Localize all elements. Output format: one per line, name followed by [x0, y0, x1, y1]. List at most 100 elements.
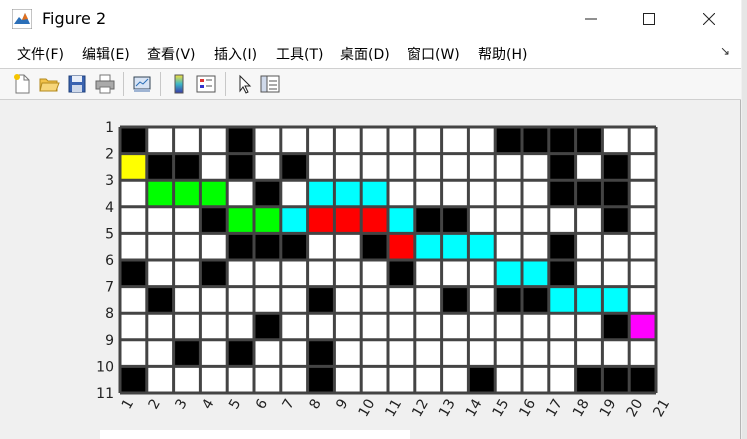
print-icon[interactable]	[94, 73, 116, 95]
x-tick-label: 11	[382, 396, 405, 419]
y-tick-label: 1	[105, 120, 114, 136]
heatmap-cell	[414, 206, 442, 234]
heatmap-cell	[307, 180, 335, 207]
heatmap-cell	[602, 313, 630, 340]
heatmap-cell	[495, 366, 522, 393]
maximize-button[interactable]	[626, 0, 672, 38]
pointer-icon[interactable]	[233, 73, 255, 95]
close-button[interactable]	[686, 0, 732, 38]
y-tick-label: 4	[105, 200, 114, 216]
menu-file[interactable]: 文件(F)	[17, 44, 64, 64]
heatmap-cell	[120, 366, 147, 393]
heatmap-cell	[602, 206, 630, 234]
heatmap-cell	[146, 206, 174, 234]
menu-help[interactable]: 帮助(H)	[478, 44, 527, 64]
heatmap-cell	[173, 313, 201, 340]
figure-window: Figure 2 文件(F) 编辑(E) 查看(V) 插入(I) 工具(T) 桌…	[0, 0, 741, 439]
heatmap-cell	[414, 286, 442, 314]
toolbar-separator	[160, 72, 161, 96]
heatmap-cell	[173, 127, 201, 154]
heatmap-cell	[602, 233, 630, 260]
heatmap-cell	[146, 286, 174, 314]
maximize-icon	[643, 13, 655, 25]
toolbar-separator	[225, 72, 226, 96]
heatmap-cell	[254, 339, 281, 367]
menu-window[interactable]: 窗口(W)	[407, 44, 460, 64]
menu-view[interactable]: 查看(V)	[147, 44, 196, 64]
menu-desktop[interactable]: 桌面(D)	[340, 44, 390, 64]
heatmap-cell	[441, 127, 469, 154]
toolbar-separator	[123, 72, 124, 96]
heatmap-cell	[629, 127, 656, 154]
property-editor-icon[interactable]	[259, 73, 281, 95]
y-tick-label: 3	[105, 173, 114, 189]
y-tick-label: 5	[105, 226, 114, 242]
y-tick-label: 8	[105, 306, 114, 322]
heatmap-cell	[120, 153, 147, 181]
heatmap-cell	[200, 313, 228, 340]
heatmap-cell	[280, 260, 308, 287]
menu-insert[interactable]: 插入(I)	[214, 44, 257, 64]
heatmap-cell	[146, 313, 174, 340]
heatmap-cell	[173, 233, 201, 260]
heatmap-cell	[575, 339, 603, 367]
colorbar-icon[interactable]	[168, 73, 190, 95]
new-file-icon[interactable]	[11, 73, 33, 95]
save-icon[interactable]	[66, 73, 88, 95]
y-tick-label: 6	[105, 253, 114, 269]
menu-edit[interactable]: 编辑(E)	[82, 44, 130, 64]
heatmap-cell	[629, 206, 656, 234]
heatmap-cell	[629, 260, 656, 287]
title-bar[interactable]: Figure 2	[0, 0, 741, 38]
heatmap-cell	[629, 366, 656, 393]
heatmap-axes[interactable]: 12345678910111 2 3 4 5 6 7 8 9 10 11 12 13 14 15 16 17 18…	[0, 100, 741, 439]
heatmap-cell	[254, 313, 281, 340]
open-folder-icon[interactable]	[38, 73, 60, 95]
heatmap-cell	[388, 260, 415, 287]
heatmap-cell	[575, 260, 603, 287]
heatmap-cell	[441, 260, 469, 287]
heatmap-cell	[548, 206, 576, 234]
heatmap-cell	[575, 286, 603, 314]
heatmap-cell	[254, 366, 281, 393]
heatmap-cell	[200, 153, 228, 181]
x-tick-label: 6	[253, 396, 271, 412]
heatmap-cell	[495, 233, 522, 260]
y-tick-label: 10	[96, 359, 114, 375]
heatmap-cell	[280, 339, 308, 367]
heatmap-cell	[495, 286, 522, 314]
heatmap-cell	[254, 286, 281, 314]
heatmap-cell	[146, 127, 174, 154]
background-window-strip	[100, 430, 410, 439]
heatmap-cell	[468, 180, 496, 207]
heatmap-cell	[361, 206, 388, 234]
x-tick-label: 16	[516, 396, 539, 420]
heatmap-cell	[227, 286, 254, 314]
x-tick-label: 12	[409, 396, 432, 419]
heatmap-cell	[522, 206, 549, 234]
dock-arrow-icon[interactable]: ↘	[720, 44, 730, 58]
heatmap-cell	[602, 260, 630, 287]
heatmap-cell	[388, 313, 415, 340]
heatmap-cell	[146, 233, 174, 260]
link-plot-icon[interactable]	[131, 73, 153, 95]
menu-tools[interactable]: 工具(T)	[276, 44, 323, 64]
heatmap-cell	[361, 366, 388, 393]
heatmap-cell	[414, 233, 442, 260]
heatmap-cell	[254, 180, 281, 207]
heatmap-cell	[307, 206, 335, 234]
heatmap-cell	[361, 286, 388, 314]
heatmap-cell	[441, 206, 469, 234]
heatmap-cell	[120, 233, 147, 260]
heatmap-cell	[173, 339, 201, 367]
heatmap-cell	[575, 313, 603, 340]
heatmap-cell	[307, 260, 335, 287]
minimize-button[interactable]	[568, 0, 614, 38]
heatmap-cell	[414, 313, 442, 340]
heatmap-cell	[414, 366, 442, 393]
legend-icon[interactable]	[195, 73, 217, 95]
heatmap-cell	[280, 313, 308, 340]
heatmap-cell	[361, 313, 388, 340]
heatmap-cell	[441, 153, 469, 181]
heatmap-cell	[280, 366, 308, 393]
